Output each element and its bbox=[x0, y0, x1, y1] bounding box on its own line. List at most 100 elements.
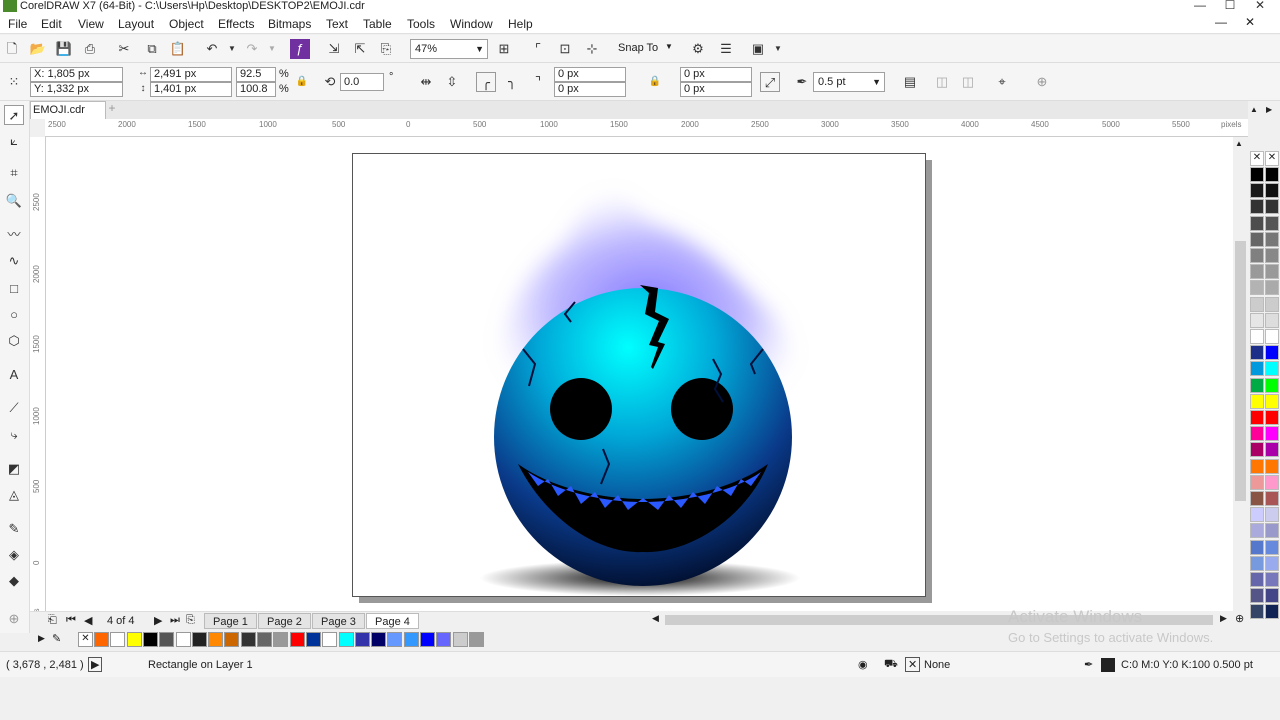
palette-color-swatch[interactable] bbox=[1265, 329, 1279, 344]
horizontal-ruler[interactable]: 2500 2000 1500 1000 500 0 500 1000 1500 … bbox=[45, 119, 1248, 137]
zoom-level-dropdown[interactable]: 47% ▼ bbox=[410, 39, 488, 59]
welcome-dropdown-icon[interactable]: ▼ bbox=[768, 39, 788, 59]
zoom-tool-icon[interactable]: 🔍 bbox=[4, 191, 24, 211]
palette-color-swatch[interactable] bbox=[1250, 491, 1264, 506]
document-color-swatch[interactable] bbox=[224, 632, 240, 647]
new-document-icon[interactable]: 🗋 bbox=[2, 39, 22, 59]
document-color-swatch[interactable] bbox=[420, 632, 435, 647]
palette-color-swatch[interactable] bbox=[1250, 572, 1264, 587]
drawing-page[interactable] bbox=[352, 153, 926, 597]
palette-options-icon[interactable]: ▶ bbox=[38, 633, 45, 644]
palette-color-swatch[interactable] bbox=[1265, 491, 1279, 506]
palette-color-swatch[interactable] bbox=[1265, 345, 1279, 361]
full-screen-icon[interactable]: ⊞ bbox=[494, 39, 514, 59]
show-rulers-icon[interactable]: ⌜ bbox=[528, 39, 548, 59]
paste-icon[interactable]: 📋 bbox=[168, 39, 188, 59]
document-color-swatch[interactable] bbox=[94, 632, 109, 647]
cut-icon[interactable]: ✂ bbox=[114, 39, 134, 59]
fill-none-icon[interactable]: ✕ bbox=[905, 657, 921, 672]
menu-window[interactable]: Window bbox=[450, 17, 493, 31]
menu-edit[interactable]: Edit bbox=[41, 17, 62, 31]
scale-y-field[interactable]: 100.8 bbox=[236, 82, 276, 97]
palette-color-swatch[interactable] bbox=[1250, 393, 1264, 409]
shape-tool-icon[interactable]: ⟀ bbox=[4, 131, 24, 151]
welcome-screen-icon[interactable]: ▣ bbox=[748, 39, 768, 59]
document-tab[interactable]: EMOJI.cdr bbox=[30, 101, 106, 119]
next-page-icon[interactable]: ▶ bbox=[154, 614, 162, 627]
rectangle-tool-icon[interactable]: □ bbox=[4, 279, 24, 299]
palette-color-swatch[interactable] bbox=[1250, 248, 1264, 263]
document-color-swatch[interactable] bbox=[403, 632, 419, 647]
menu-table[interactable]: Table bbox=[363, 17, 392, 31]
eyedropper-icon[interactable]: ✎ bbox=[52, 632, 61, 645]
zoom-navigator-icon[interactable]: ⊕ bbox=[1235, 612, 1244, 625]
color-eyedropper-icon[interactable]: ✎ bbox=[4, 519, 24, 539]
scroll-left-icon[interactable]: ◀ bbox=[652, 613, 659, 624]
document-color-swatch[interactable] bbox=[289, 632, 305, 647]
menu-view[interactable]: View bbox=[78, 17, 104, 31]
document-color-swatch[interactable] bbox=[257, 632, 272, 647]
document-color-swatch[interactable] bbox=[126, 632, 142, 647]
connector-tool-icon[interactable]: ⤷ bbox=[4, 425, 24, 445]
relative-corner-scaling-icon[interactable]: ⤢ bbox=[760, 72, 780, 92]
snap-to-dropdown-icon[interactable]: ▼ bbox=[665, 42, 673, 51]
show-guidelines-icon[interactable]: ⊹ bbox=[582, 39, 602, 59]
interactive-fill-icon[interactable]: ◈ bbox=[4, 545, 24, 565]
palette-color-swatch[interactable] bbox=[1250, 280, 1264, 296]
redo-icon[interactable]: ↷ bbox=[242, 39, 262, 59]
palette-color-swatch[interactable] bbox=[1265, 280, 1279, 296]
palette-color-swatch[interactable] bbox=[1265, 426, 1279, 442]
parallel-dimension-icon[interactable]: ⟋ bbox=[4, 398, 24, 418]
document-color-swatch[interactable] bbox=[354, 632, 370, 647]
palette-color-swatch[interactable] bbox=[1265, 539, 1279, 555]
palette-color-swatch[interactable] bbox=[1265, 183, 1279, 199]
undo-dropdown-icon[interactable]: ▼ bbox=[222, 39, 242, 59]
palette-color-swatch[interactable] bbox=[1250, 167, 1264, 182]
palette-color-swatch[interactable] bbox=[1250, 312, 1264, 328]
smart-fill-icon[interactable]: ◆ bbox=[4, 571, 24, 591]
document-color-swatch[interactable] bbox=[436, 632, 452, 647]
palette-color-swatch[interactable] bbox=[1250, 523, 1264, 539]
convert-to-curves-icon[interactable]: ⌖ bbox=[992, 72, 1012, 92]
import-icon[interactable]: ⇲ bbox=[324, 39, 344, 59]
palette-color-swatch[interactable] bbox=[1265, 377, 1279, 393]
palette-color-swatch[interactable] bbox=[1265, 442, 1279, 458]
menu-close-icon[interactable]: ✕ bbox=[1245, 15, 1255, 29]
menu-help[interactable]: Help bbox=[508, 17, 533, 31]
vertical-ruler[interactable]: 2500 2000 1500 1000 500 0 pixels bbox=[30, 137, 46, 629]
lock-ratio-icon[interactable]: 🔒 bbox=[292, 72, 312, 92]
drop-shadow-icon[interactable]: ◩ bbox=[4, 459, 24, 479]
new-tab-icon[interactable]: + bbox=[104, 101, 120, 119]
palette-color-swatch[interactable] bbox=[1265, 474, 1279, 490]
palette-color-swatch[interactable] bbox=[1265, 296, 1279, 312]
page-tab-2[interactable]: Page 2 bbox=[258, 613, 311, 629]
palette-color-swatch[interactable] bbox=[1265, 410, 1279, 425]
palette-color-swatch[interactable] bbox=[1265, 507, 1279, 523]
document-color-swatch[interactable] bbox=[208, 632, 224, 647]
prev-page-icon[interactable]: ◀ bbox=[84, 614, 92, 627]
vertical-scroll-thumb[interactable] bbox=[1235, 241, 1246, 501]
minimize-icon[interactable]: — bbox=[1185, 0, 1215, 12]
palette-color-swatch[interactable] bbox=[1265, 231, 1279, 247]
scale-x-field[interactable]: 92.5 bbox=[236, 67, 276, 82]
crop-tool-icon[interactable]: ⌗ bbox=[4, 163, 24, 183]
palette-color-swatch[interactable] bbox=[1250, 361, 1264, 377]
outline-width-dropdown[interactable]: 0.5 pt ▼ bbox=[813, 72, 885, 92]
height-field[interactable]: 1,401 px bbox=[150, 82, 232, 97]
outline-pen-status-icon[interactable]: ✒ bbox=[1084, 658, 1093, 671]
export-icon[interactable]: ⇱ bbox=[350, 39, 370, 59]
palette-color-swatch[interactable] bbox=[1250, 410, 1264, 425]
width-field[interactable]: 2,491 px bbox=[150, 67, 232, 82]
menu-layout[interactable]: Layout bbox=[118, 17, 154, 31]
palette-color-swatch[interactable] bbox=[1250, 426, 1264, 442]
polygon-tool-icon[interactable]: ⬡ bbox=[4, 331, 24, 351]
palette-color-swatch[interactable] bbox=[1250, 474, 1264, 490]
options-icon[interactable]: ⚙ bbox=[688, 39, 708, 59]
document-color-swatch[interactable] bbox=[305, 632, 321, 647]
document-color-swatch[interactable] bbox=[191, 632, 207, 647]
menu-bitmaps[interactable]: Bitmaps bbox=[268, 17, 311, 31]
rotation-field[interactable]: 0.0 bbox=[340, 73, 384, 91]
last-page-icon[interactable]: ⏭ bbox=[170, 614, 180, 627]
palette-color-swatch[interactable] bbox=[1250, 329, 1264, 344]
document-color-swatch[interactable] bbox=[240, 632, 256, 647]
